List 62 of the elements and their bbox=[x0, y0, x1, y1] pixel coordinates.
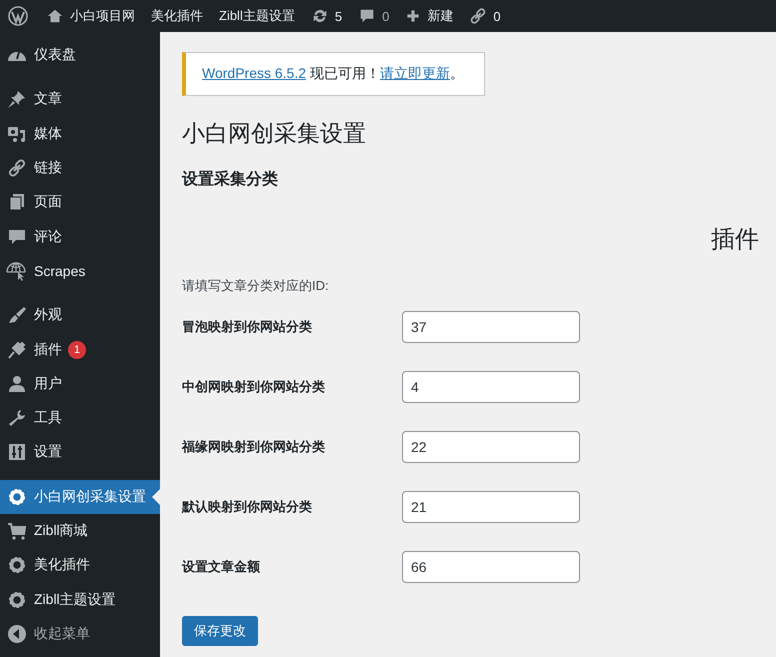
menu-item[interactable]: 文章 bbox=[0, 82, 160, 117]
gear-icon bbox=[7, 486, 27, 507]
new-content-link[interactable]: 新建 bbox=[397, 0, 462, 32]
page-title: 小白网创采集设置 bbox=[182, 119, 367, 148]
toolbar-link[interactable]: 美化插件 bbox=[143, 0, 211, 32]
input-field[interactable]: 66 bbox=[402, 551, 580, 583]
link-icon bbox=[7, 158, 27, 178]
plug-icon bbox=[7, 340, 27, 360]
plus-icon bbox=[405, 8, 422, 24]
settings-icon bbox=[7, 442, 27, 462]
menu-item[interactable]: 插件 1 bbox=[0, 332, 160, 367]
menu-item[interactable]: 用户 bbox=[0, 366, 160, 401]
wrench-icon bbox=[7, 408, 27, 428]
link-icon bbox=[469, 7, 488, 25]
updates-link[interactable]: 5 bbox=[302, 0, 350, 32]
notice-link[interactable]: WordPress 6.5.2 bbox=[202, 65, 306, 81]
menu-item[interactable]: 链接 bbox=[0, 150, 160, 186]
update-notice: WordPress 6.5.2 现已可用！请立即更新。 bbox=[182, 52, 485, 96]
menu-item[interactable]: 页面 bbox=[0, 185, 160, 220]
gear-icon bbox=[7, 555, 27, 576]
menu-item[interactable]: 小白网创采集设置 bbox=[0, 480, 160, 514]
description-text: 请填写文章分类对应的ID: bbox=[182, 277, 330, 295]
site-name-link[interactable]: 小白项目网 bbox=[38, 0, 143, 32]
wordpress-logo-icon bbox=[8, 6, 28, 26]
field-label: 设置文章金额 bbox=[182, 558, 261, 576]
menu-item[interactable]: Scrapes bbox=[0, 254, 160, 288]
globe-cursor-icon bbox=[6, 260, 28, 281]
menu-item[interactable]: 媒体 bbox=[0, 116, 160, 151]
count-badge: 1 bbox=[68, 340, 86, 359]
toolbar-link[interactable]: Zibll主题设置 bbox=[211, 0, 303, 32]
brush-icon bbox=[7, 305, 27, 326]
user-icon bbox=[7, 374, 27, 394]
menu-item[interactable]: Zibll主题设置 bbox=[0, 582, 160, 617]
heading-text: 插件 bbox=[711, 225, 760, 255]
menu-item[interactable]: 评论 bbox=[0, 219, 160, 254]
menu-item[interactable]: 设置 bbox=[0, 435, 160, 470]
field-label: 默认映射到你网站分类 bbox=[182, 498, 313, 516]
menu-item[interactable]: 仪表盘 bbox=[0, 38, 160, 72]
notice-link[interactable]: 请立即更新 bbox=[380, 65, 450, 81]
menu-item[interactable]: 外观 bbox=[0, 298, 160, 332]
comment-icon bbox=[358, 7, 376, 25]
input-field[interactable]: 37 bbox=[402, 311, 580, 343]
field-label: 中创网映射到你网站分类 bbox=[182, 378, 326, 396]
comments-link[interactable]: 0 bbox=[350, 0, 398, 32]
pin-icon bbox=[7, 89, 27, 110]
input-field[interactable]: 21 bbox=[402, 491, 580, 523]
menu-item[interactable]: 美化插件 bbox=[0, 548, 160, 582]
menu-item[interactable]: Zibll商城 bbox=[0, 514, 160, 548]
collapse-icon bbox=[7, 624, 27, 644]
save-button[interactable]: 保存更改 bbox=[182, 616, 258, 646]
cart-icon bbox=[7, 521, 27, 541]
links-link[interactable]: 0 bbox=[461, 0, 509, 32]
refresh-icon bbox=[310, 7, 329, 25]
field-label: 福缘网映射到你网站分类 bbox=[182, 438, 326, 456]
input-field[interactable]: 22 bbox=[402, 431, 580, 463]
section-title: 设置采集分类 bbox=[182, 169, 279, 190]
gear-icon bbox=[7, 590, 27, 610]
home-icon bbox=[46, 7, 64, 25]
input-field[interactable]: 4 bbox=[402, 371, 580, 403]
collapse-menu-button[interactable]: 收起菜单 bbox=[0, 616, 160, 652]
field-label: 冒泡映射到你网站分类 bbox=[182, 318, 313, 336]
menu-item[interactable]: 工具 bbox=[0, 400, 160, 436]
